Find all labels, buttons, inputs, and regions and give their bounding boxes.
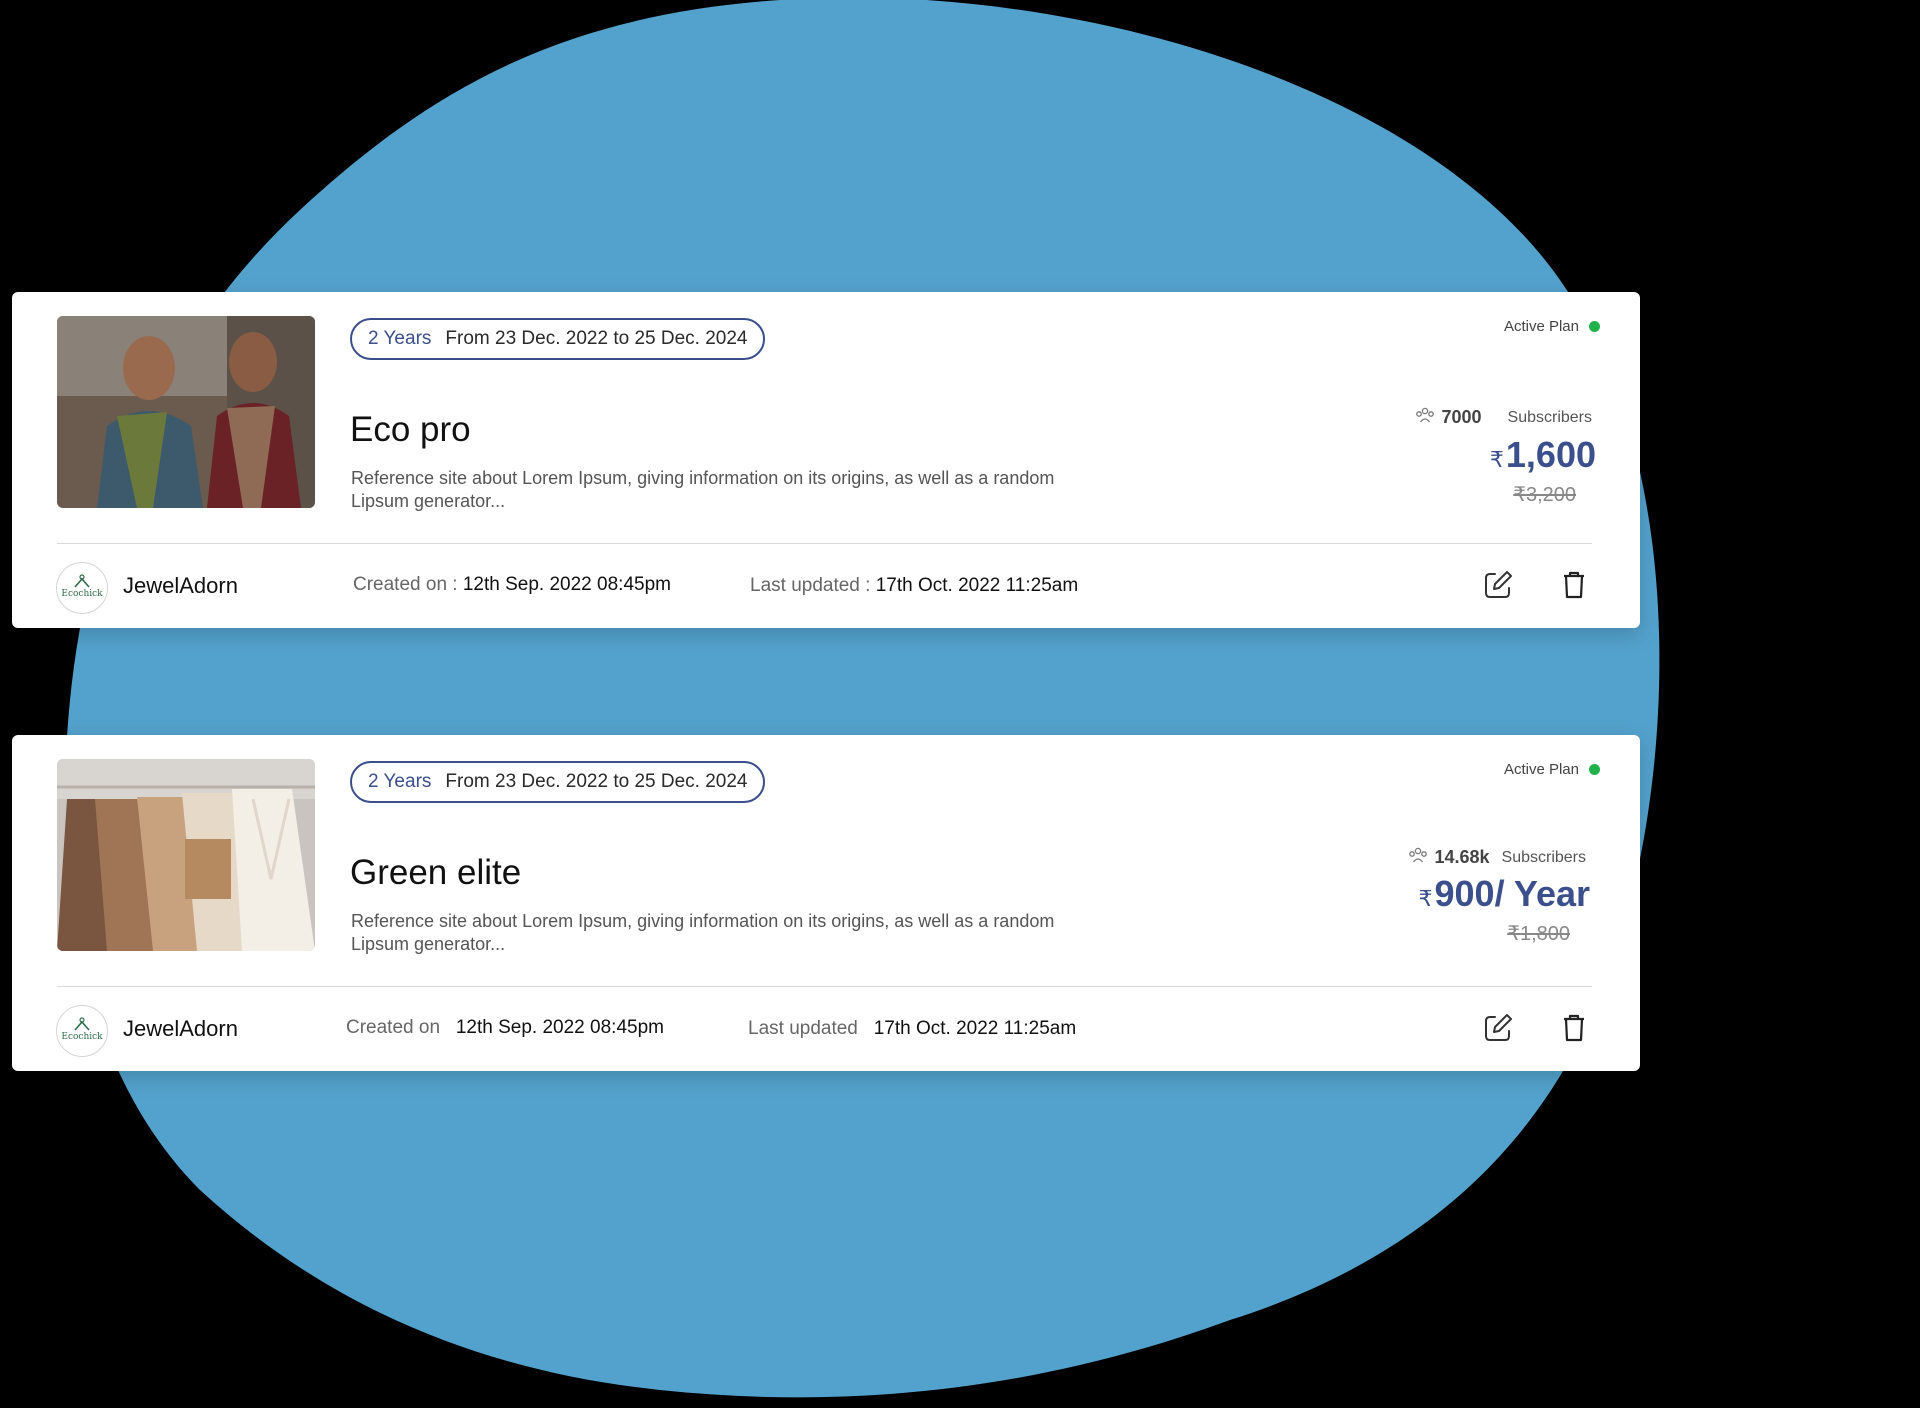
created-label: Created on : — [353, 574, 458, 595]
subscribers: 14.68k Subscribers — [1408, 846, 1586, 869]
created-value: 12th Sep. 2022 08:45pm — [455, 1017, 664, 1038]
plan-card[interactable]: 2 Years From 23 Dec. 2022 to 25 Dec. 202… — [12, 735, 1640, 1071]
divider — [57, 543, 1592, 544]
subscriber-count: 7000 — [1441, 407, 1482, 427]
plan-period-pill: 2 Years From 23 Dec. 2022 to 25 Dec. 202… — [350, 318, 766, 360]
plan-description: Reference site about Lorem Ipsum, giving… — [351, 468, 1055, 511]
plan-duration: 2 Years — [368, 328, 432, 349]
plan-card[interactable]: 2 Years From 23 Dec. 2022 to 25 Dec. 202… — [12, 292, 1640, 628]
edit-icon — [1485, 1014, 1512, 1041]
plan-description: Reference site about Lorem Ipsum, giving… — [351, 911, 1055, 954]
active-dot-icon — [1589, 321, 1600, 332]
active-dot-icon — [1589, 764, 1600, 775]
brand-logo-text: Ecochick — [61, 589, 103, 599]
currency-symbol: ₹ — [1418, 886, 1433, 911]
edit-button[interactable] — [1480, 1010, 1516, 1046]
trash-icon — [1564, 1014, 1584, 1042]
price-value: 900/ Year — [1434, 873, 1591, 914]
subscriber-label: Subscribers — [1501, 848, 1586, 866]
plan-duration: 2 Years — [368, 771, 432, 792]
brand-name: JewelAdorn — [123, 573, 238, 598]
created-on: Created on 12th Sep. 2022 08:45pm — [346, 1017, 664, 1039]
subscriber-label: Subscribers — [1507, 408, 1592, 426]
divider — [57, 986, 1592, 987]
brand-logo: Ecochick — [56, 1005, 108, 1057]
brand-logo: Ecochick — [56, 562, 108, 614]
currency-symbol: ₹ — [1489, 447, 1504, 472]
subscriber-count: 14.68k — [1434, 847, 1490, 867]
created-value: 12th Sep. 2022 08:45pm — [462, 574, 671, 595]
updated-value: 17th Oct. 2022 11:25am — [873, 1018, 1077, 1039]
brand-logo-text: Ecochick — [61, 1032, 103, 1042]
price-value: 1,600 — [1505, 434, 1596, 475]
background-blob — [65, 0, 1660, 1398]
delete-button[interactable] — [1556, 1010, 1592, 1046]
users-icon — [1415, 406, 1435, 429]
plan-date-range: From 23 Dec. 2022 to 25 Dec. 2024 — [445, 328, 748, 349]
last-updated: Last updated 17th Oct. 2022 11:25am — [748, 1018, 1076, 1040]
plan-status-label: Active Plan — [1503, 761, 1579, 778]
plan-status: Active Plan — [1504, 761, 1600, 778]
updated-label: Last updated — [748, 1018, 858, 1039]
brand-name: JewelAdorn — [123, 1016, 238, 1041]
plan-price: ₹1,600 — [1490, 434, 1596, 476]
plan-image — [57, 759, 315, 951]
plan-period-pill: 2 Years From 23 Dec. 2022 to 25 Dec. 202… — [350, 761, 766, 803]
last-updated: Last updated : 17th Oct. 2022 11:25am — [750, 575, 1078, 597]
plan-image — [57, 316, 315, 508]
created-on: Created on : 12th Sep. 2022 08:45pm — [353, 574, 671, 596]
users-icon — [1408, 846, 1428, 869]
original-price: ₹3,200 — [1513, 484, 1576, 506]
plan-date-range: From 23 Dec. 2022 to 25 Dec. 2024 — [445, 771, 748, 792]
updated-label: Last updated : — [750, 575, 871, 596]
delete-button[interactable] — [1556, 567, 1592, 603]
created-label: Created on — [346, 1017, 441, 1038]
plan-title: Green elite — [350, 853, 522, 892]
trash-icon — [1564, 571, 1584, 599]
updated-value: 17th Oct. 2022 11:25am — [875, 575, 1079, 596]
plan-title: Eco pro — [350, 410, 471, 449]
plan-price: ₹900/ Year — [1419, 873, 1591, 915]
plan-status: Active Plan — [1504, 318, 1600, 335]
edit-icon — [1485, 571, 1512, 598]
edit-button[interactable] — [1480, 567, 1516, 603]
subscribers: 7000 Subscribers — [1415, 406, 1592, 429]
original-price: ₹1,800 — [1507, 923, 1570, 945]
plan-status-label: Active Plan — [1503, 318, 1579, 335]
